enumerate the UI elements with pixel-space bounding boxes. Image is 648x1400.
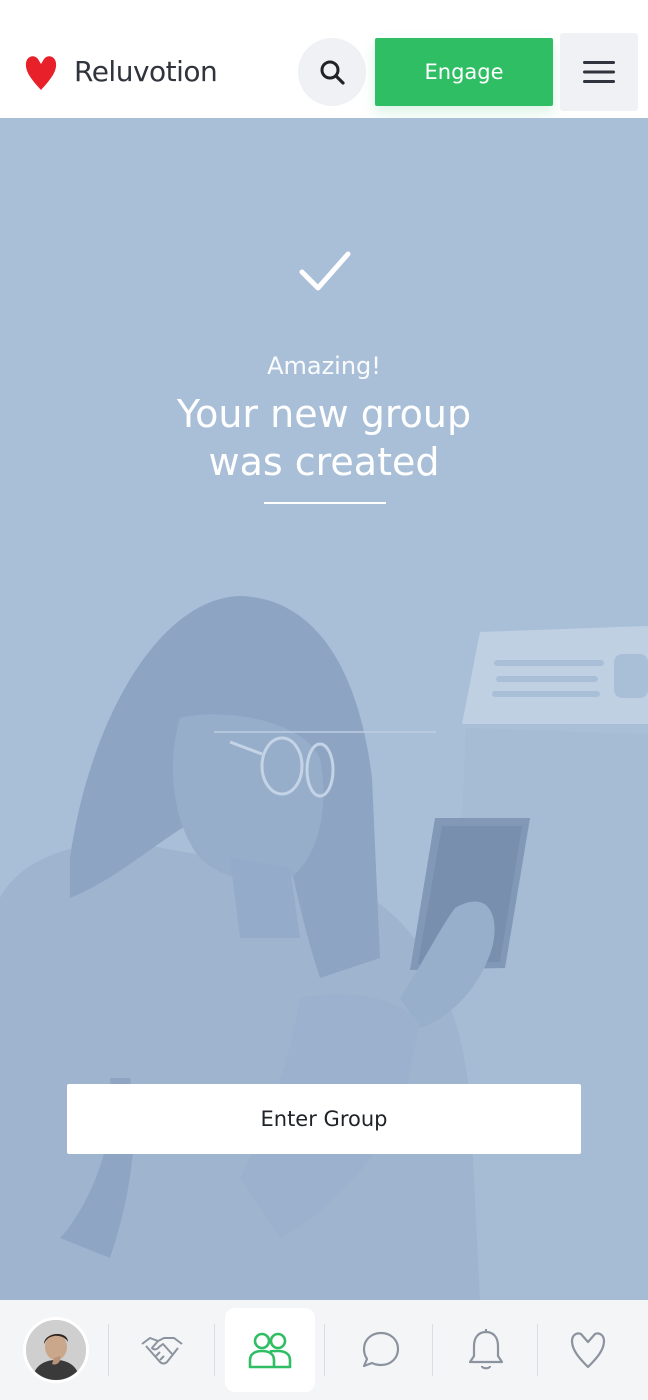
nav-divider (324, 1324, 325, 1376)
success-title: Your new group was created (0, 390, 648, 486)
nav-item-groups[interactable] (225, 1308, 315, 1392)
handshake-icon (141, 1337, 183, 1365)
nav-item-notifications[interactable] (450, 1314, 522, 1386)
title-underline (264, 502, 386, 504)
nav-item-favorites[interactable] (552, 1314, 624, 1386)
nav-divider (214, 1324, 215, 1376)
avatar[interactable] (23, 1317, 89, 1383)
chat-bubble-icon (362, 1331, 400, 1368)
nav-item-messages[interactable] (345, 1314, 417, 1386)
engage-button[interactable]: Engage (375, 38, 553, 106)
nav-divider (108, 1324, 109, 1376)
menu-button[interactable] (560, 33, 638, 111)
avatar-photo (26, 1320, 86, 1380)
nav-item-matches[interactable] (126, 1314, 198, 1386)
success-title-line-1: Your new group (176, 392, 472, 436)
brand-name[interactable]: Reluvotion (74, 55, 218, 88)
enter-group-button[interactable]: Enter Group (67, 1084, 581, 1154)
bottom-navigation (0, 1300, 648, 1400)
search-button[interactable] (298, 38, 366, 106)
heart-icon (570, 1332, 606, 1369)
success-title-line-2: was created (208, 440, 440, 484)
search-icon (320, 60, 345, 85)
bell-icon (468, 1329, 504, 1370)
nav-divider (537, 1324, 538, 1376)
success-hero: Amazing! Your new group was created Ente… (0, 118, 648, 1300)
checkmark-icon (299, 251, 351, 291)
success-subtitle: Amazing! (267, 352, 381, 380)
app-header: Reluvotion Engage (0, 0, 648, 118)
nav-divider (432, 1324, 433, 1376)
group-icon (248, 1332, 292, 1369)
logo-heart-icon (25, 56, 57, 90)
hamburger-menu-icon (583, 61, 615, 83)
